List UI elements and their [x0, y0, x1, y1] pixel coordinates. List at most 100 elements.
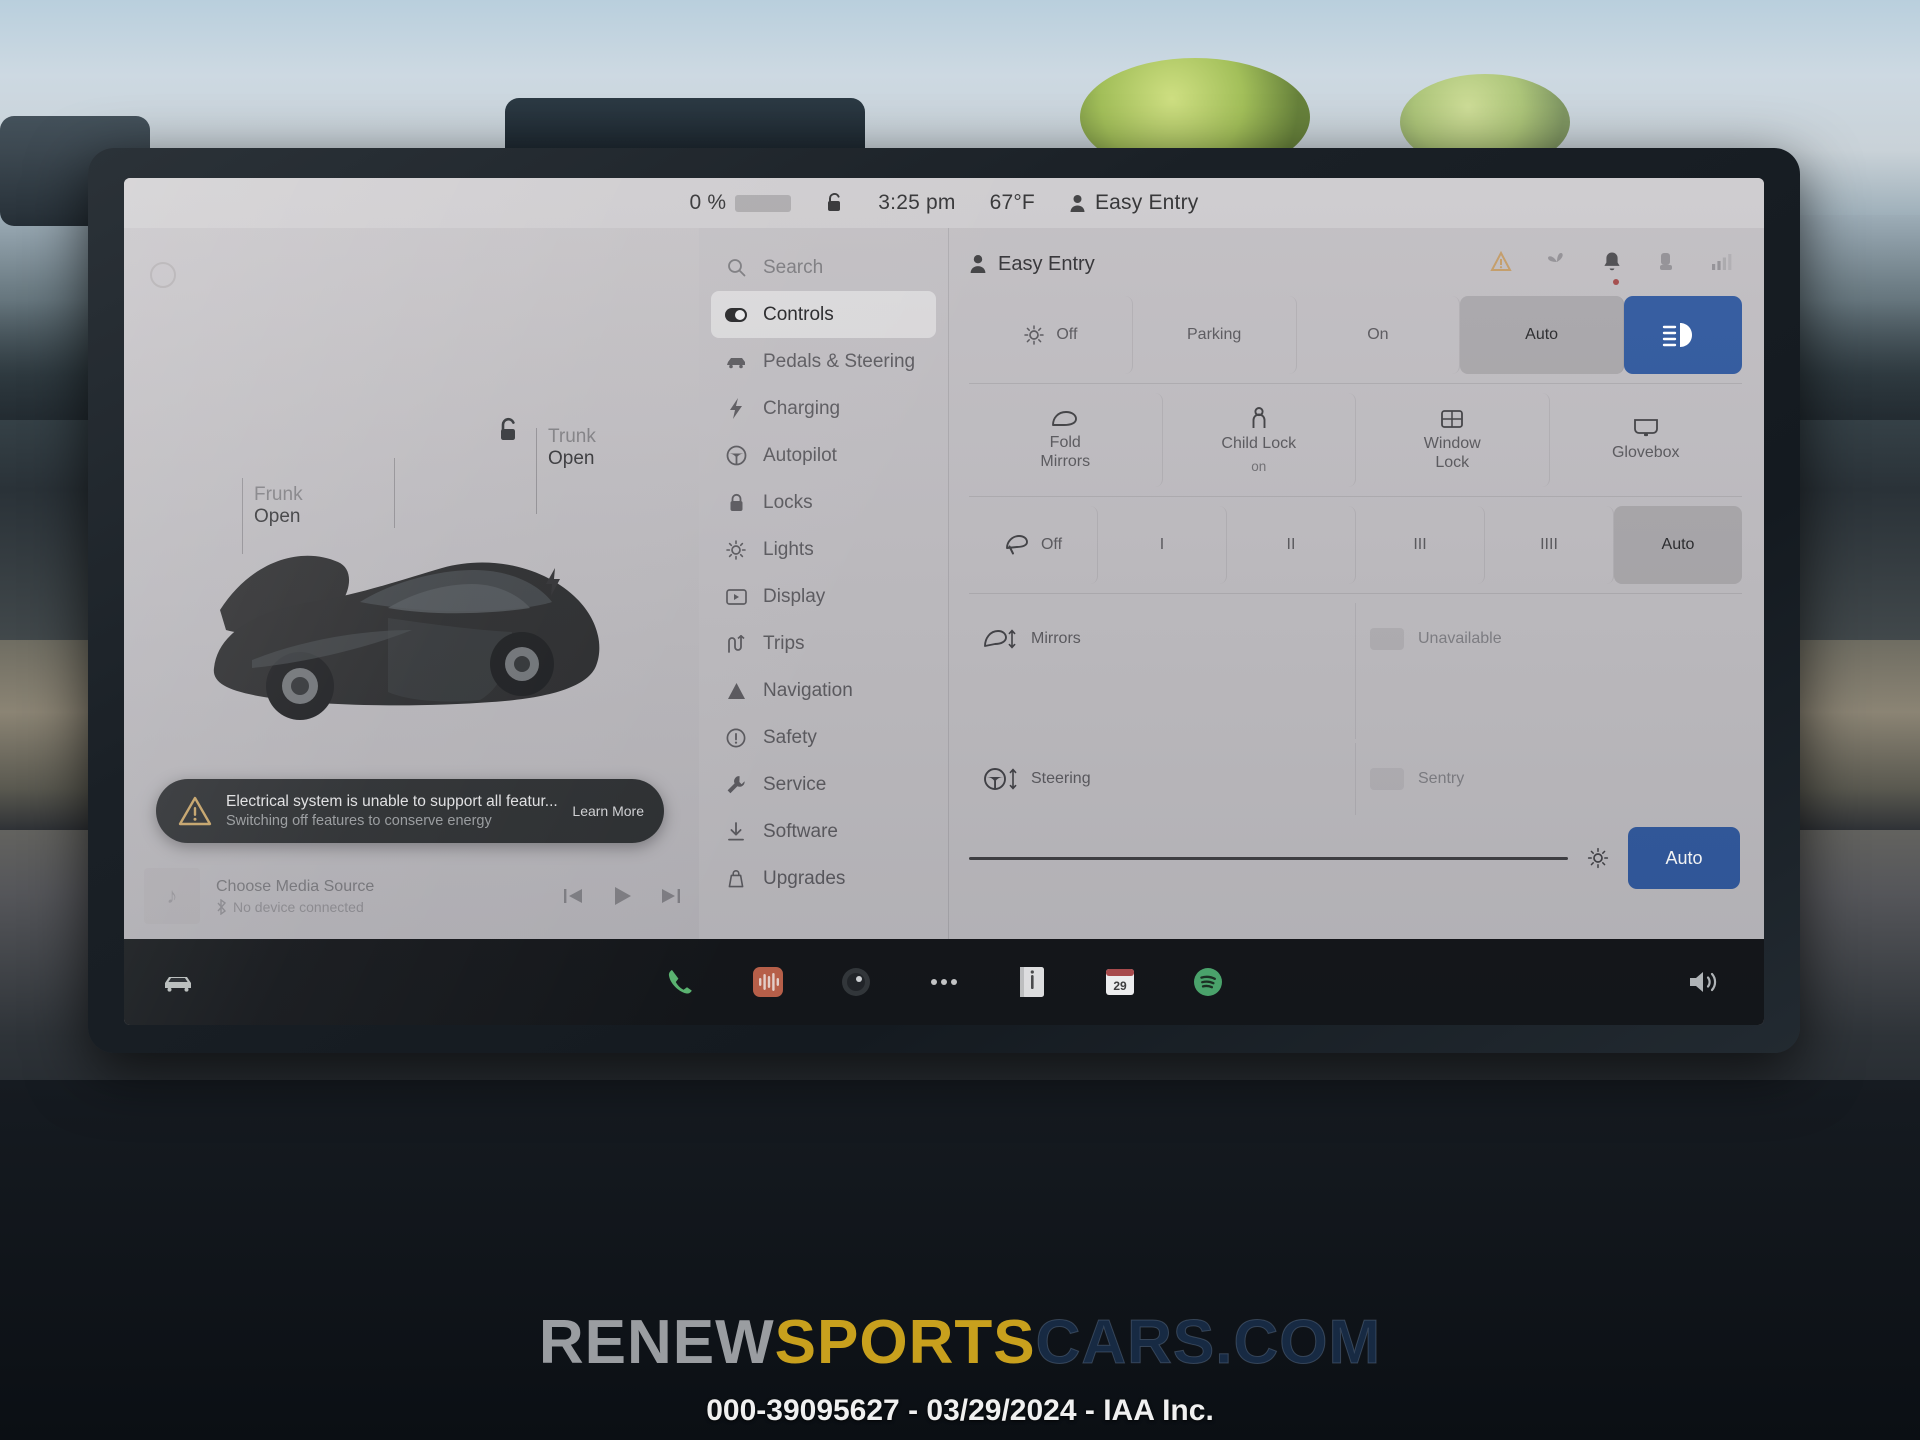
search-icon	[725, 258, 747, 277]
controls-content[interactable]: Easy Entry Off Parking On Auto Fold Mirr…	[949, 228, 1764, 939]
skip-next-icon[interactable]	[659, 886, 683, 906]
volume-icon[interactable]	[1684, 962, 1724, 1002]
toggle-icon	[725, 307, 747, 322]
brightness-row[interactable]: Auto	[969, 827, 1742, 889]
sidebar-item-charging[interactable]: Charging	[711, 385, 936, 432]
headlights-parking-button[interactable]: Parking	[1133, 296, 1297, 374]
glovebox-label: Glovebox	[1611, 444, 1680, 462]
glovebox-button[interactable]: Glovebox	[1550, 393, 1743, 487]
alert-title: Electrical system is unable to support a…	[226, 793, 558, 810]
car-front-icon[interactable]	[158, 962, 198, 1002]
media-text-block[interactable]: Choose Media Source No device connected	[216, 878, 545, 915]
quick-controls-row[interactable]: Fold Mirrors Child Lock on Window Lock G…	[969, 393, 1742, 487]
notes-icon[interactable]	[1012, 962, 1052, 1002]
alert-banner[interactable]: Electrical system is unable to support a…	[156, 779, 664, 843]
signal-icon[interactable]	[1710, 252, 1734, 277]
lock-status-icon[interactable]	[825, 192, 844, 214]
trips-icon	[725, 634, 747, 653]
calendar-icon[interactable]: 29	[1100, 962, 1140, 1002]
screen-body: Frunk Open Trunk Open Electrical system …	[124, 228, 1764, 939]
wipers-speed-3-button[interactable]: III	[1356, 506, 1485, 584]
hazard-warning-icon[interactable]	[1490, 250, 1512, 278]
vehicle-render[interactable]	[192, 490, 632, 750]
charge-bolt-icon[interactable]	[544, 568, 562, 596]
driver-profile-chip[interactable]: Easy Entry	[969, 253, 1095, 276]
fold-mirrors-button[interactable]: Fold Mirrors	[969, 393, 1163, 487]
seat-heat-icon[interactable]	[1656, 251, 1676, 278]
spotify-icon[interactable]	[1188, 962, 1228, 1002]
media-player-bar[interactable]: ♪ Choose Media Source No device connecte…	[124, 853, 699, 939]
wipers-speed-4-button[interactable]: IIII	[1485, 506, 1614, 584]
wipers-row[interactable]: Off I II III IIII Auto	[969, 506, 1742, 584]
child-lock-button[interactable]: Child Lock on	[1163, 393, 1356, 487]
driver-profile-status[interactable]: Easy Entry	[1069, 191, 1199, 215]
search-input[interactable]: Search	[711, 244, 936, 291]
headlights-parking-label: Parking	[1187, 325, 1242, 343]
steering-sentry-row[interactable]: Steering Sentry	[969, 743, 1742, 815]
wipers-speed-2-button[interactable]: II	[1227, 506, 1356, 584]
wipers-speed-1-button[interactable]: I	[1098, 506, 1227, 584]
learn-more-button[interactable]: Learn More	[572, 803, 644, 819]
audio-icon[interactable]	[748, 962, 788, 1002]
sentry-button[interactable]: Sentry	[1356, 743, 1742, 815]
sidebar-item-controls[interactable]: Controls	[711, 291, 936, 338]
window-lock-button[interactable]: Window Lock	[1356, 393, 1550, 487]
dock-right[interactable]	[1684, 962, 1724, 1002]
sidebar-item-service[interactable]: Service	[711, 761, 936, 808]
headlights-row[interactable]: Off Parking On Auto	[969, 296, 1742, 374]
bag-icon	[725, 869, 747, 888]
phone-icon[interactable]	[660, 962, 700, 1002]
brightness-auto-button[interactable]: Auto	[1628, 827, 1740, 889]
controls-menu[interactable]: Search Controls Pedals & Steering Chargi…	[699, 228, 949, 939]
play-icon[interactable]	[611, 885, 633, 907]
sidebar-item-software[interactable]: Software	[711, 808, 936, 855]
dock-apps[interactable]: 29	[660, 962, 1228, 1002]
brightness-slider[interactable]	[969, 856, 1568, 860]
divider	[969, 496, 1742, 497]
steering-column[interactable]: Steering	[969, 743, 1355, 815]
sidebar-item-pedals-steering[interactable]: Pedals & Steering	[711, 338, 936, 385]
controls-pane[interactable]: Search Controls Pedals & Steering Chargi…	[699, 228, 1764, 939]
fan-icon[interactable]	[1546, 251, 1568, 278]
mirror-icon	[1052, 411, 1078, 427]
sidebar-item-navigation[interactable]: Navigation	[711, 667, 936, 714]
mirrors-column[interactable]: Mirrors	[969, 603, 1355, 739]
sidebar-item-locks[interactable]: Locks	[711, 479, 936, 526]
mirrors-unavailable-row[interactable]: Mirrors Unavailable	[969, 603, 1742, 739]
wipers-off-button[interactable]: Off	[969, 506, 1098, 584]
media-controls[interactable]	[561, 885, 683, 907]
download-icon	[725, 821, 747, 842]
media-device-label: No device connected	[233, 898, 364, 915]
headlights-auto-button[interactable]: Auto	[1460, 296, 1624, 374]
tesla-touchscreen[interactable]: 0 % 3:25 pm 67°F Easy Entry Frunk Open T…	[124, 178, 1764, 1025]
skip-previous-icon[interactable]	[561, 886, 585, 906]
header-status-icons[interactable]	[1490, 250, 1742, 285]
app-dock[interactable]: 29	[124, 939, 1764, 1025]
wipers-auto-button[interactable]: Auto	[1614, 506, 1742, 584]
circle-icon[interactable]	[150, 262, 176, 288]
headlights-off-button[interactable]: Off	[969, 296, 1133, 374]
sentry-column[interactable]: Sentry	[1355, 743, 1742, 815]
unlock-icon[interactable]	[496, 416, 522, 451]
dock-left[interactable]	[158, 962, 198, 1002]
wipers-auto-label: Auto	[1661, 535, 1695, 553]
more-icon[interactable]	[924, 962, 964, 1002]
sidebar-item-autopilot[interactable]: Autopilot	[711, 432, 936, 479]
battery-status: 0 %	[689, 191, 792, 215]
navigation-arrow-icon	[725, 682, 747, 700]
sidebar-item-trips[interactable]: Trips	[711, 620, 936, 667]
headlights-on-button[interactable]: On	[1297, 296, 1461, 374]
dashcam-icon[interactable]	[836, 962, 876, 1002]
high-beam-button[interactable]	[1624, 296, 1742, 374]
sidebar-item-display[interactable]: Display	[711, 573, 936, 620]
mirrors-adjust-button[interactable]: Mirrors	[969, 603, 1355, 675]
sidebar-item-lights[interactable]: Lights	[711, 526, 936, 573]
steering-adjust-button[interactable]: Steering	[969, 743, 1355, 815]
sidebar-label: Display	[763, 585, 826, 607]
bell-icon[interactable]	[1602, 251, 1622, 285]
vehicle-visual-pane[interactable]: Frunk Open Trunk Open Electrical system …	[124, 228, 699, 939]
sidebar-item-safety[interactable]: Safety	[711, 714, 936, 761]
headlights-off-label: Off	[1056, 325, 1078, 343]
sidebar-item-upgrades[interactable]: Upgrades	[711, 855, 936, 902]
trunk-callout[interactable]: Trunk Open	[548, 426, 596, 470]
